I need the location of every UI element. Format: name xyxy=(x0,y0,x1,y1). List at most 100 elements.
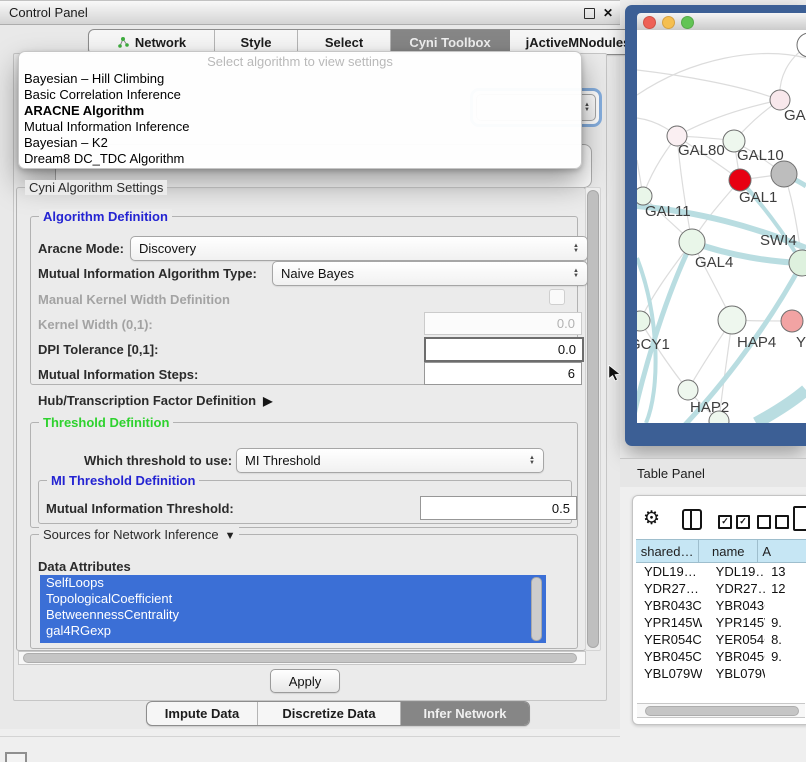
node-gal80-label: GAL80 xyxy=(678,142,725,159)
cell-shared-name: YLR345W xyxy=(636,682,702,683)
dropdown-item[interactable]: Mutual Information Inference xyxy=(19,119,581,135)
combo-arrows-icon xyxy=(567,244,579,254)
attribute-item[interactable]: SelfLoops xyxy=(40,575,546,591)
dropdown-item[interactable]: Bayesian – Hill Climbing xyxy=(19,71,581,87)
float-window-icon[interactable] xyxy=(584,8,595,19)
node-hap2-label: HAP2 xyxy=(690,399,729,416)
dropdown-item[interactable]: Dream8 DC_TDC Algorithm xyxy=(19,151,581,167)
table-hscrollbar-thumb[interactable] xyxy=(645,706,799,716)
dropdown-item[interactable]: Basic Correlation Inference xyxy=(19,87,581,103)
cell-shared-name: YBR043C xyxy=(636,597,702,614)
dpi-tolerance-field[interactable]: 0.0 xyxy=(424,337,584,362)
tab-jactivemnodules-label: jActiveMNodules xyxy=(526,35,631,50)
node-gal4[interactable] xyxy=(679,229,705,255)
deselect-all-columns-icon[interactable] xyxy=(757,515,789,529)
attributes-scrollbar-thumb[interactable] xyxy=(531,577,542,641)
node-y-partial[interactable] xyxy=(781,310,803,332)
mi-threshold-field[interactable]: 0.5 xyxy=(420,496,577,520)
attribute-item[interactable]: BetweennessCentrality xyxy=(40,607,546,623)
cell-name: YDR27… xyxy=(702,580,765,597)
mi-steps-field[interactable]: 6 xyxy=(424,362,582,385)
table-row[interactable]: YDL19… YDL19… 13 xyxy=(636,563,806,580)
attribute-item[interactable]: TopologicalCoefficient xyxy=(40,591,546,607)
network-canvas[interactable]: GALGAL80GAL10GAL1GAL11GAL4SWI4HAP4YGCY1H… xyxy=(637,30,806,423)
cell-value: 8. xyxy=(765,631,806,648)
network-window-titlebar xyxy=(637,13,806,30)
mi-steps-value: 6 xyxy=(568,366,575,381)
tab-discretize-data[interactable]: Discretize Data xyxy=(258,702,401,725)
aracne-mode-combobox[interactable]: Discovery xyxy=(130,236,588,261)
tab-infer-network[interactable]: Infer Network xyxy=(401,702,529,725)
cell-value: 9. xyxy=(765,682,806,683)
node-gal1[interactable] xyxy=(729,169,751,191)
panel-divider xyxy=(0,736,620,737)
which-threshold-combobox[interactable]: MI Threshold xyxy=(236,448,544,473)
zoom-traffic-light[interactable] xyxy=(681,16,694,29)
node-hap4[interactable] xyxy=(718,306,746,334)
unchecked-box-icon xyxy=(775,515,789,529)
select-all-columns-icon[interactable] xyxy=(718,515,750,529)
dropdown-items: Bayesian – Hill Climbing Basic Correlati… xyxy=(19,71,581,167)
cell-name: YBR043C xyxy=(702,597,765,614)
column-header-name[interactable]: name xyxy=(699,540,758,562)
node-gcy1[interactable] xyxy=(637,311,650,331)
table-horizontal-scrollbar[interactable] xyxy=(637,703,805,718)
tab-impute-data[interactable]: Impute Data xyxy=(147,702,258,725)
aracne-mode-value: Discovery xyxy=(139,241,196,256)
settings-hscrollbar-thumb[interactable] xyxy=(23,653,577,663)
bottom-tab-bar: Impute Data Discretize Data Infer Networ… xyxy=(146,701,530,726)
close-traffic-light[interactable] xyxy=(643,16,656,29)
column-header-partial[interactable]: A xyxy=(758,540,806,562)
cell-value: 13 xyxy=(765,563,806,580)
aracne-mode-label: Aracne Mode: xyxy=(38,241,124,256)
node-hap2[interactable] xyxy=(678,380,698,400)
attribute-item[interactable]: gal4RGexp xyxy=(40,623,546,639)
table-row[interactable]: YER054C YER054C 8. xyxy=(636,631,806,648)
node-swi4[interactable] xyxy=(789,250,806,276)
table-row[interactable]: YBR045C YBR045C 9. xyxy=(636,648,806,665)
dropdown-item-selected[interactable]: ARACNE Algorithm xyxy=(19,103,581,119)
hub-transcription-factor-toggle[interactable]: Hub/Transcription Factor Definition xyxy=(38,393,272,408)
close-window-icon[interactable]: ✕ xyxy=(603,5,613,21)
cell-name: YDL19… xyxy=(702,563,765,580)
table-row[interactable]: YBR043C YBR043C xyxy=(636,597,806,614)
mi-algorithm-type-combobox[interactable]: Naive Bayes xyxy=(272,261,588,286)
data-attributes-label: Data Attributes xyxy=(38,559,131,574)
dpi-tolerance-label: DPI Tolerance [0,1]: xyxy=(38,342,158,357)
sources-legend[interactable]: Sources for Network Inference xyxy=(39,527,239,542)
cell-name: YLR345W xyxy=(702,682,765,683)
cell-shared-name: YBR045C xyxy=(636,648,702,665)
tab-impute-data-label: Impute Data xyxy=(165,706,239,721)
kernel-width-label: Kernel Width (0,1): xyxy=(38,317,153,332)
control-panel-title: Control Panel xyxy=(0,5,88,20)
control-panel-window: Control Panel ✕ Network Style Select Cyn… xyxy=(0,0,620,729)
node-gray[interactable] xyxy=(771,161,797,187)
settings-scrollbar-thumb[interactable] xyxy=(587,190,599,648)
dpi-tolerance-value: 0.0 xyxy=(558,342,576,357)
column-header-shared-name[interactable]: shared… xyxy=(636,540,699,562)
minimized-panel-icon[interactable] xyxy=(5,752,27,762)
mi-algorithm-type-value: Naive Bayes xyxy=(281,266,354,281)
mi-steps-label: Mutual Information Steps: xyxy=(38,367,198,382)
split-columns-icon[interactable] xyxy=(682,509,702,530)
table-row[interactable]: YPR145W YPR145W 9. xyxy=(636,614,806,631)
new-table-icon[interactable] xyxy=(793,506,806,531)
settings-horizontal-scrollbar[interactable] xyxy=(18,651,586,665)
gear-icon[interactable] xyxy=(643,507,660,530)
kernel-width-value: 0.0 xyxy=(557,316,575,331)
cell-name: YPR145W xyxy=(702,614,765,631)
table-row[interactable]: YBL079W YBL079W xyxy=(636,665,806,682)
checked-box-icon xyxy=(736,515,750,529)
checked-box-icon xyxy=(718,515,732,529)
table-row[interactable]: YDR27… YDR27… 12 xyxy=(636,580,806,597)
minimize-traffic-light[interactable] xyxy=(662,16,675,29)
manual-kernel-width-checkbox[interactable] xyxy=(549,289,565,305)
table-rows: YDL19… YDL19… 13 YDR27… YDR27… 12 YBR043… xyxy=(636,563,806,683)
network-edge xyxy=(637,54,806,95)
node-table: shared… name A YDL19… YDL19… 13 YDR27… Y… xyxy=(636,539,806,683)
tab-network-label: Network xyxy=(135,35,186,50)
dropdown-item[interactable]: Bayesian – K2 xyxy=(19,135,581,151)
table-row[interactable]: YLR345W YLR345W 9. xyxy=(636,682,806,683)
apply-button[interactable]: Apply xyxy=(270,669,340,693)
kernel-width-field[interactable]: 0.0 xyxy=(424,312,582,335)
